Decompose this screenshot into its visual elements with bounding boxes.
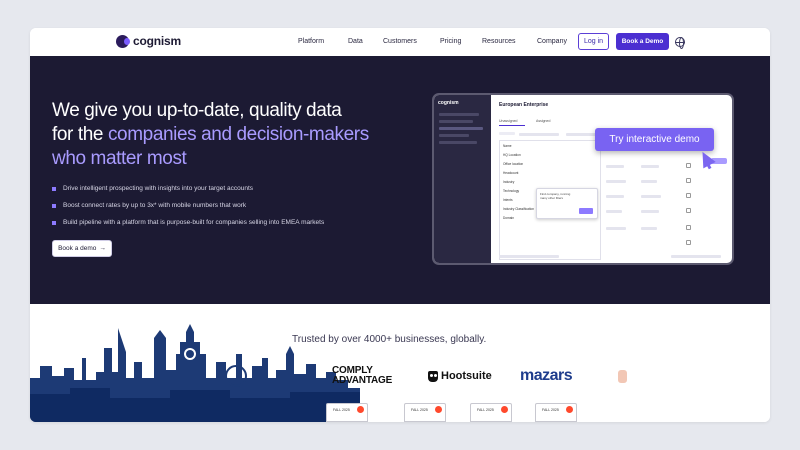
mockup-sidebar: cognism xyxy=(434,95,491,263)
filter-item: Office location xyxy=(503,162,524,166)
g2-icon xyxy=(435,406,442,413)
mockup-filter-chip xyxy=(499,132,515,135)
headline-line-1: We give you up-to-date, quality data xyxy=(52,100,342,121)
mockup-tab-indicator xyxy=(499,125,525,126)
mockup-line xyxy=(519,133,559,136)
g2-icon xyxy=(566,406,573,413)
nav-link-pricing[interactable]: Pricing xyxy=(440,38,461,45)
mockup-line xyxy=(641,210,659,213)
headline-line-2: for the xyxy=(52,124,108,145)
logo-text: ADVANTAGE xyxy=(332,375,393,386)
complyadvantage-logo: COMPLY ADVANTAGE xyxy=(332,366,392,386)
nav-link-resources[interactable]: Resources xyxy=(482,38,515,45)
bullet-square-icon xyxy=(52,220,56,225)
filter-item: HQ Location xyxy=(503,153,521,157)
mockup-line xyxy=(606,210,622,213)
mockup-checkbox xyxy=(686,225,691,230)
g2-badge: FALL 2025 xyxy=(470,403,512,422)
g2-icon xyxy=(501,406,508,413)
top-nav: cognism Platform Data Customers Pricing … xyxy=(30,28,770,56)
brand-logo[interactable]: cognism xyxy=(116,34,181,48)
mockup-checkbox xyxy=(686,163,691,168)
mockup-line xyxy=(606,180,626,183)
mockup-footer-line xyxy=(499,255,559,258)
mockup-line xyxy=(606,195,624,198)
bullet-text: Drive intelligent prospecting with insig… xyxy=(63,185,254,192)
hootsuite-logo: Hootsuite xyxy=(428,370,492,382)
mockup-brand: cognism xyxy=(438,100,459,106)
owl-icon xyxy=(428,370,438,382)
hero-headline: We give you up-to-date, quality data for… xyxy=(52,99,382,171)
hero-section: We give you up-to-date, quality data for… xyxy=(30,56,770,304)
mockup-line xyxy=(606,227,626,230)
mockup-tab-assigned: Assigned xyxy=(536,119,551,123)
mockup-pagination xyxy=(671,255,721,258)
filter-item: Name xyxy=(503,144,512,148)
badge-label: FALL 2025 xyxy=(411,408,428,412)
nav-link-data[interactable]: Data xyxy=(348,38,363,45)
filter-item: Industry xyxy=(503,180,515,184)
badge-label: FALL 2025 xyxy=(333,408,350,412)
tooltip-text: Find company, running many other filters xyxy=(540,192,571,200)
mockup-main: European Enterprise Unassigned Assigned … xyxy=(491,95,732,263)
trusted-text: Trusted by over 4000+ businesses, global… xyxy=(292,334,487,345)
mockup-nav-line xyxy=(439,120,473,123)
logo-text: Hootsuite xyxy=(441,370,492,382)
mockup-nav-line xyxy=(439,113,479,116)
badge-label: FALL 2025 xyxy=(542,408,559,412)
mockup-nav-line xyxy=(439,141,477,144)
globe-icon[interactable] xyxy=(675,37,685,49)
book-demo-label: Book a demo xyxy=(58,245,97,252)
mockup-checkbox xyxy=(686,208,691,213)
g2-badge: FALL 2025 xyxy=(404,403,446,422)
tooltip-button xyxy=(579,208,593,214)
mockup-tooltip: Find company, running many other filters xyxy=(536,188,598,219)
login-button[interactable]: Log in xyxy=(578,33,609,50)
nav-link-customers[interactable]: Customers xyxy=(383,38,417,45)
browser-frame: cognism Platform Data Customers Pricing … xyxy=(30,28,770,422)
mockup-line xyxy=(641,165,659,168)
badge-label: FALL 2025 xyxy=(477,408,494,412)
mockup-nav-line xyxy=(439,127,483,130)
g2-badge: FALL 2025 xyxy=(326,403,368,422)
g2-badge: FALL 2025 xyxy=(535,403,577,422)
bullet-item: Drive intelligent prospecting with insig… xyxy=(52,180,324,197)
mockup-line xyxy=(641,195,661,198)
mockup-checkbox xyxy=(686,178,691,183)
brand-name: cognism xyxy=(133,34,181,48)
arrow-right-icon: → xyxy=(99,245,106,252)
nav-link-company[interactable]: Company xyxy=(537,38,567,45)
g2-icon xyxy=(357,406,364,413)
cognism-logo-icon xyxy=(116,34,130,48)
try-interactive-demo-button[interactable]: Try interactive demo xyxy=(595,128,714,151)
book-demo-hero-button[interactable]: Book a demo → xyxy=(52,240,112,257)
hero-bullets: Drive intelligent prospecting with insig… xyxy=(52,180,324,231)
mockup-nav-line xyxy=(439,134,469,137)
bullet-square-icon xyxy=(52,203,56,208)
book-demo-nav-button[interactable]: Book a Demo xyxy=(616,33,669,50)
filter-item: Domain xyxy=(503,216,514,220)
bullet-item: Build pipeline with a platform that is p… xyxy=(52,214,324,231)
bullet-text: Build pipeline with a platform that is p… xyxy=(63,219,325,226)
mazars-logo: mazars xyxy=(520,367,573,384)
mockup-line xyxy=(641,227,657,230)
filter-item: Headcount xyxy=(503,171,519,175)
mockup-checkbox xyxy=(686,193,691,198)
filter-item: Technology xyxy=(503,189,520,193)
bullet-text: Boost connect rates by up to 3x* with mo… xyxy=(63,202,247,209)
nav-link-platform[interactable]: Platform xyxy=(298,38,324,45)
mockup-line xyxy=(606,165,624,168)
filter-item: Intents xyxy=(503,198,513,202)
mockup-tab-unassigned: Unassigned xyxy=(499,119,518,123)
mockup-line xyxy=(641,180,657,183)
filter-item: Industry Classification xyxy=(503,207,535,211)
product-screenshot[interactable]: cognism European Enterprise Unassigned A… xyxy=(432,93,734,265)
partial-logo xyxy=(618,370,627,383)
bullet-square-icon xyxy=(52,186,56,191)
bullet-item: Boost connect rates by up to 3x* with mo… xyxy=(52,197,324,214)
mockup-title: European Enterprise xyxy=(499,102,549,108)
trusted-section: Trusted by over 4000+ businesses, global… xyxy=(30,304,770,422)
mockup-checkbox xyxy=(686,240,691,245)
